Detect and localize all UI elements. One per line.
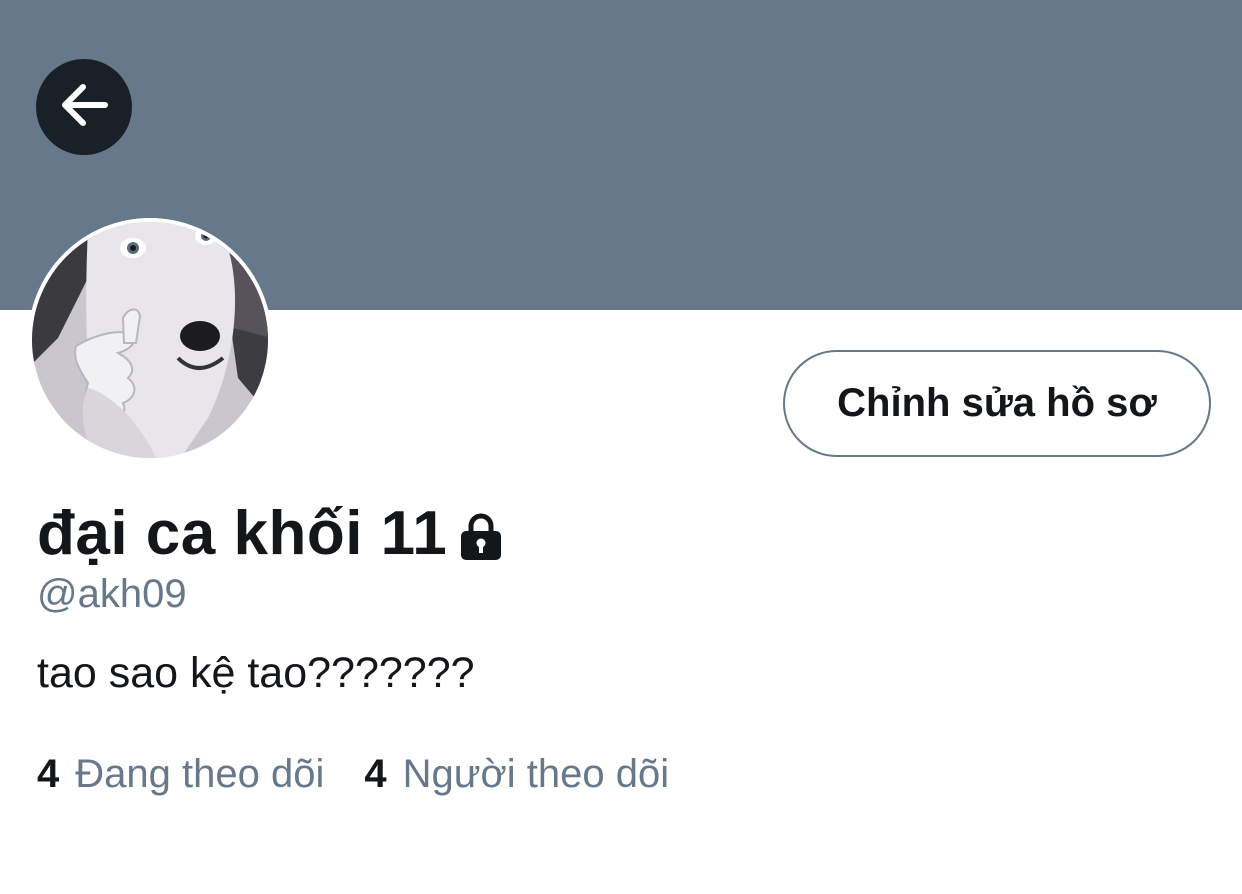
profile-handle: @akh09 xyxy=(37,572,187,616)
profile-page: Chỉnh sửa hồ sơ đại ca khối 11 @akh09 ta… xyxy=(0,0,1242,894)
lock-icon xyxy=(457,512,505,562)
arrow-left-icon xyxy=(57,78,111,137)
follow-stats: 4 Đang theo dõi 4 Người theo dõi xyxy=(37,748,669,800)
back-button[interactable] xyxy=(36,59,132,155)
profile-bio: tao sao kệ tao??????? xyxy=(37,649,475,697)
followers-count: 4 xyxy=(364,752,387,796)
following-stat[interactable]: 4 Đang theo dõi xyxy=(37,748,324,800)
avatar[interactable] xyxy=(28,218,272,462)
display-name: đại ca khối 11 xyxy=(37,499,448,568)
display-name-row: đại ca khối 11 xyxy=(37,494,505,574)
edit-profile-label: Chỉnh sửa hồ sơ xyxy=(837,381,1157,425)
edit-profile-button[interactable]: Chỉnh sửa hồ sơ xyxy=(783,350,1211,457)
following-label: Đang theo dõi xyxy=(75,752,325,796)
followers-label: Người theo dõi xyxy=(402,752,670,796)
followers-stat[interactable]: 4 Người theo dõi xyxy=(364,748,669,800)
following-count: 4 xyxy=(37,752,60,796)
